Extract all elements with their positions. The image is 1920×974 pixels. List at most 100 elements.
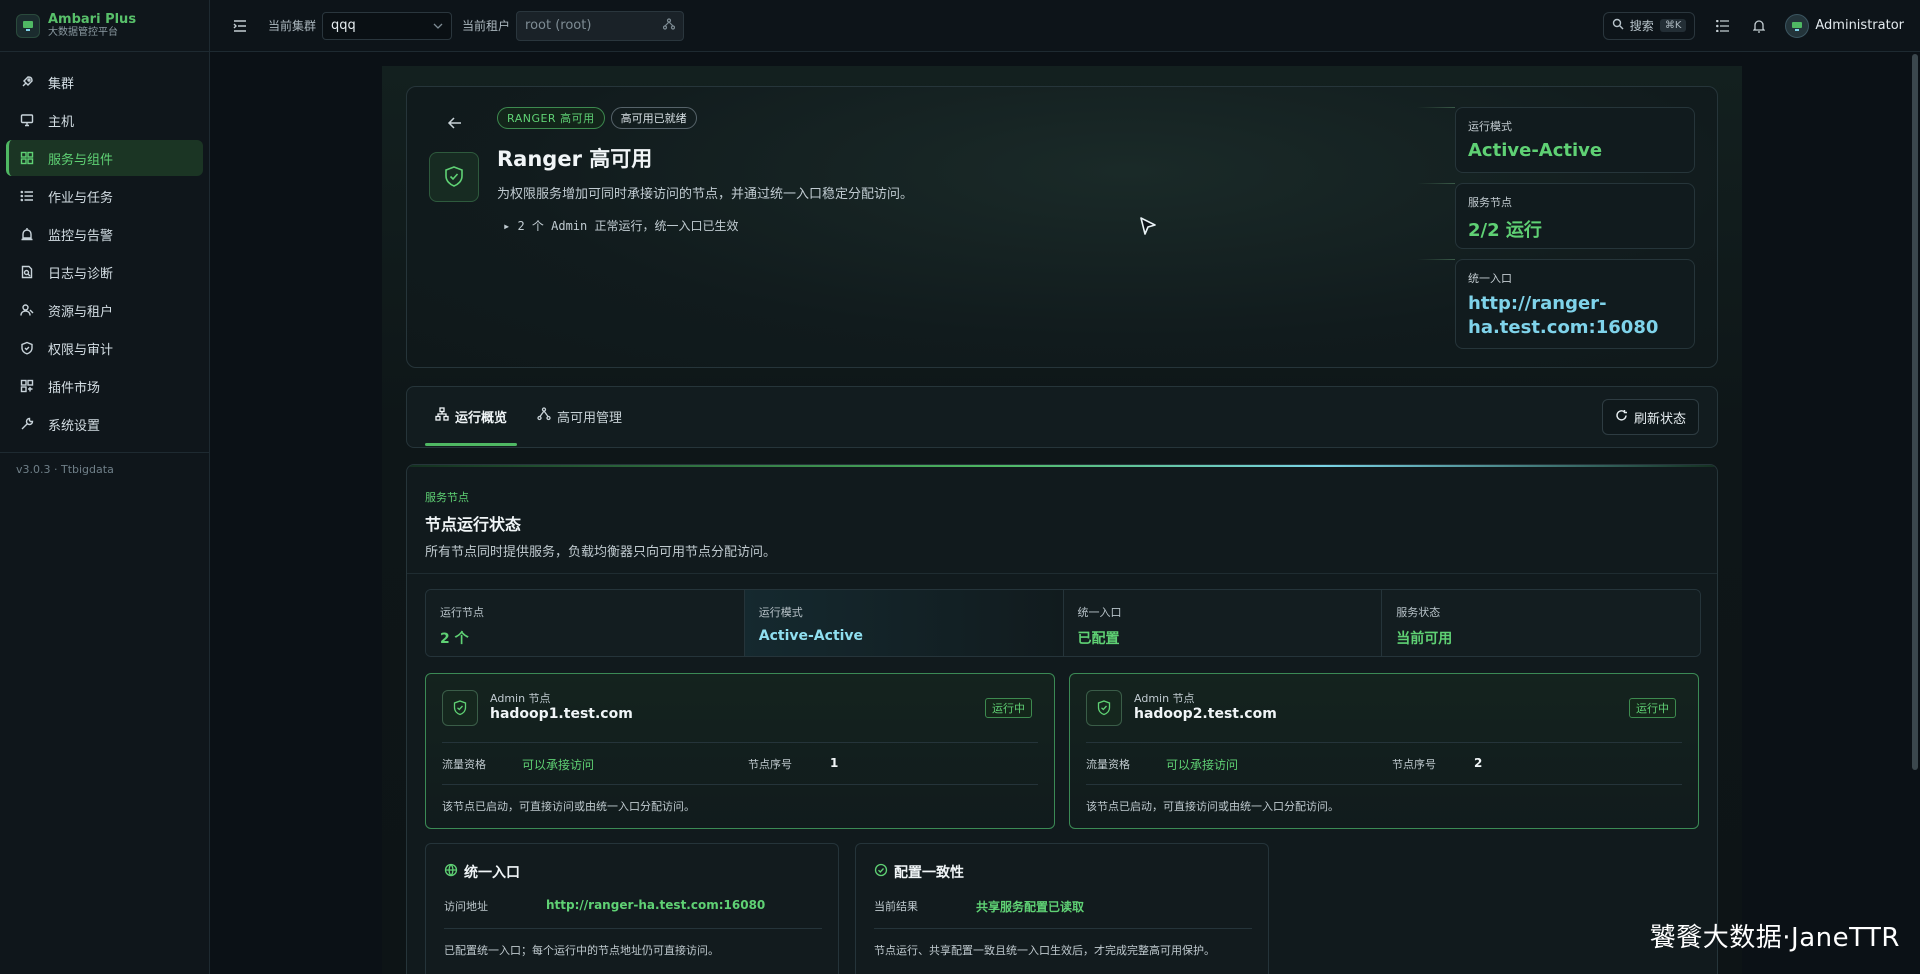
tenant-tree-icon — [662, 17, 676, 34]
divider — [442, 784, 1038, 785]
metric-value: 当前可用 — [1396, 631, 1453, 647]
sidebar-item-label: 权限与审计 — [48, 342, 114, 358]
metric-value: Active-Active — [758, 628, 864, 644]
active-tab-indicator — [425, 443, 517, 446]
back-arrow-icon[interactable] — [447, 115, 463, 131]
search-icon — [1612, 18, 1624, 33]
tab-overview[interactable]: 运行概览 — [435, 387, 507, 445]
collapse-sidebar-icon[interactable] — [232, 18, 248, 34]
rocket-icon — [20, 75, 34, 89]
metric-label: 服务状态 — [1396, 606, 1441, 619]
nodes-panel: 服务节点 节点运行状态 所有节点同时提供服务，负载均衡器只向可用节点分配访问。 … — [406, 464, 1718, 974]
cluster-select[interactable]: qqq — [322, 11, 453, 40]
tenant-label: 当前租户 — [462, 19, 511, 33]
brand-title: Ambari Plus — [48, 12, 137, 27]
brand[interactable]: Ambari Plus 大数据管控平台 — [0, 0, 209, 52]
section-kicker: 服务节点 — [425, 491, 469, 504]
tabs-bar: 运行概览 高可用管理 刷新状态 — [406, 386, 1718, 448]
stat-label: 运行模式 — [1468, 120, 1512, 133]
page-title: Ranger 高可用 — [497, 147, 653, 171]
entry-url-link[interactable]: http://ranger-ha.test.com:16080 — [546, 898, 765, 912]
divider — [874, 928, 1252, 929]
check-circle-icon — [874, 863, 888, 881]
shield-check-icon — [429, 152, 479, 202]
panel-accent-line — [407, 465, 1717, 467]
grid-icon — [20, 151, 34, 165]
seq-value: 2 — [1474, 756, 1483, 770]
config-value: 共享服务配置已读取 — [976, 900, 1085, 914]
tab-label: 运行概览 — [455, 410, 508, 426]
section-title: 节点运行状态 — [425, 515, 522, 534]
hero-card: RANGER 高可用 高可用已就绪 Ranger 高可用 为权限服务增加可同时承… — [406, 86, 1718, 368]
sidebar-item-label: 作业与任务 — [48, 190, 114, 206]
node-card[interactable]: Admin 节点 hadoop2.test.com 运行中 流量资格 可以承接访… — [1069, 673, 1699, 829]
shield-check-icon — [1086, 690, 1122, 726]
search-button[interactable]: 搜索 ⌘K — [1602, 11, 1696, 40]
metric-running-nodes: 运行节点 2 个 — [426, 590, 745, 656]
entry-card: 统一入口 访问地址 http://ranger-ha.test.com:1608… — [425, 843, 839, 974]
node-card[interactable]: Admin 节点 hadoop1.test.com 运行中 流量资格 可以承接访… — [425, 673, 1055, 829]
stat-entry: 统一入口 http://ranger- ha.test.com:16080 — [1455, 259, 1695, 349]
traffic-label: 流量资格 — [1086, 758, 1130, 771]
tenant-placeholder: root (root) — [525, 18, 592, 33]
metric-label: 统一入口 — [1077, 606, 1122, 619]
metric-service-status: 服务状态 当前可用 — [1382, 590, 1700, 656]
node-kicker: Admin 节点 — [490, 692, 551, 705]
traffic-value: 可以承接访问 — [1166, 758, 1239, 772]
stat-connector — [1417, 259, 1455, 260]
watermark: 饕餮大数据·JaneTTR — [1649, 923, 1900, 953]
sidebar: Ambari Plus 大数据管控平台 集群 主机 服务与组件 作业与任务 监控… — [0, 0, 210, 974]
tab-ha-management[interactable]: 高可用管理 — [537, 387, 622, 445]
scrollbar[interactable] — [1912, 54, 1918, 770]
entry-card-title: 统一入口 — [444, 862, 520, 882]
cluster-select-value: qqq — [331, 18, 356, 33]
users-icon — [20, 303, 34, 317]
stat-run-mode: 运行模式 Active-Active — [1455, 107, 1695, 173]
search-label: 搜索 — [1629, 19, 1654, 33]
avatar[interactable] — [1785, 13, 1810, 38]
node-hostname: hadoop2.test.com — [1134, 706, 1277, 722]
refresh-button[interactable]: 刷新状态 — [1601, 399, 1699, 435]
seq-label: 节点序号 — [748, 758, 792, 771]
sidebar-item-permissions[interactable]: 权限与审计 — [6, 330, 203, 366]
tab-label: 高可用管理 — [557, 410, 623, 426]
sidebar-item-logs[interactable]: 日志与诊断 — [6, 254, 203, 290]
config-key: 当前结果 — [874, 900, 918, 913]
user-name[interactable]: Administrator — [1815, 18, 1904, 33]
config-card-title: 配置一致性 — [874, 862, 964, 882]
status-summary-toggle[interactable]: ▸ 2 个 Admin 正常运行，统一入口已生效 — [503, 217, 738, 234]
entry-url-link[interactable]: http://ranger- ha.test.com:16080 — [1468, 292, 1682, 340]
sidebar-item-settings[interactable]: 系统设置 — [6, 406, 203, 442]
shield-check-icon — [442, 690, 478, 726]
sidebar-item-monitoring[interactable]: 监控与告警 — [6, 216, 203, 252]
tenant-input[interactable]: root (root) — [516, 10, 685, 41]
list-icon — [20, 189, 34, 203]
sidebar-item-jobs[interactable]: 作业与任务 — [6, 178, 203, 214]
divider — [442, 742, 1038, 743]
stat-value: 2/2 运行 — [1468, 220, 1542, 241]
sidebar-item-label: 监控与告警 — [48, 228, 114, 244]
stat-service-nodes: 服务节点 2/2 运行 — [1455, 183, 1695, 249]
sidebar-item-clusters[interactable]: 集群 — [6, 64, 203, 100]
sidebar-item-hosts[interactable]: 主机 — [6, 102, 203, 138]
stat-connector — [1417, 107, 1455, 108]
metric-value: 2 个 — [440, 631, 469, 647]
config-note: 节点运行、共享配置一致且统一入口生效后，才完成完整高可用保护。 — [874, 944, 1215, 957]
sidebar-item-services[interactable]: 服务与组件 — [6, 140, 203, 176]
traffic-label: 流量资格 — [442, 758, 486, 771]
sidebar-item-label: 主机 — [48, 114, 75, 130]
cluster-label: 当前集群 — [268, 19, 317, 33]
sidebar-item-label: 资源与租户 — [48, 304, 114, 320]
task-list-icon[interactable] — [1715, 18, 1731, 34]
sidebar-item-label: 系统设置 — [48, 418, 101, 434]
sidebar-item-plugins[interactable]: 插件市场 — [6, 368, 203, 404]
entry-url-line2: ha.test.com:16080 — [1468, 317, 1659, 338]
node-note: 该节点已启动，可直接访问或由统一入口分配访问。 — [1086, 800, 1339, 813]
entry-key: 访问地址 — [444, 900, 488, 913]
stat-connector — [1417, 183, 1455, 184]
sidebar-item-resources[interactable]: 资源与租户 — [6, 292, 203, 328]
sidebar-item-label: 服务与组件 — [48, 152, 114, 168]
bell-icon[interactable] — [1751, 18, 1767, 34]
stat-label: 服务节点 — [1468, 196, 1512, 209]
node-hostname: hadoop1.test.com — [490, 706, 633, 722]
